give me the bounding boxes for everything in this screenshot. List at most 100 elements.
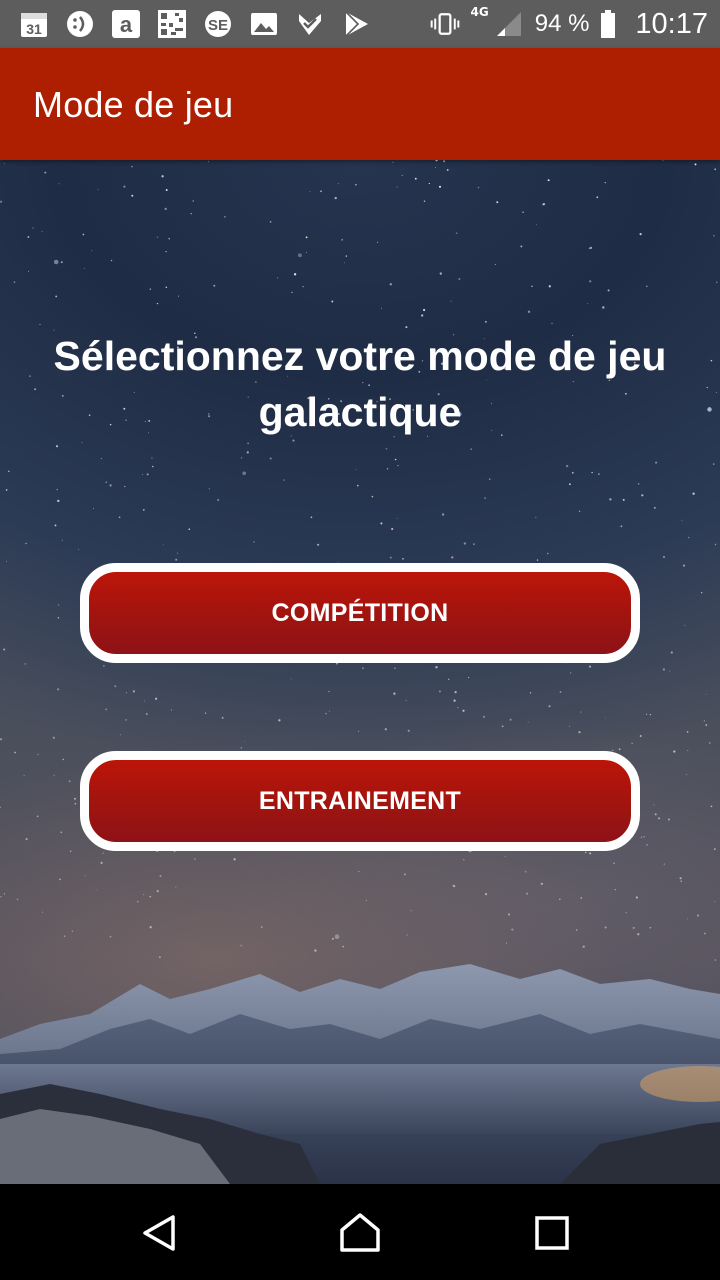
star	[190, 212, 192, 215]
star	[580, 711, 582, 713]
star	[305, 236, 308, 239]
star	[604, 926, 607, 929]
star	[91, 250, 93, 252]
star	[632, 926, 635, 929]
star	[188, 528, 191, 531]
star	[208, 488, 210, 490]
star	[673, 750, 676, 753]
star	[69, 850, 72, 853]
star	[302, 285, 304, 288]
star	[682, 564, 686, 567]
star	[639, 735, 642, 737]
star	[164, 207, 167, 211]
se-icon: SE	[202, 8, 234, 40]
star	[439, 272, 442, 275]
back-icon	[143, 1215, 175, 1251]
star	[548, 285, 551, 288]
star	[168, 238, 170, 240]
star	[246, 451, 249, 454]
star	[662, 555, 666, 559]
main-content: Sélectionnez votre mode de jeu galactiqu…	[0, 160, 720, 1184]
star	[55, 445, 59, 448]
star	[320, 190, 322, 193]
star	[706, 386, 708, 389]
navigation-bar	[0, 1184, 720, 1280]
recents-button[interactable]	[520, 1208, 584, 1258]
training-button[interactable]: ENTRAINEMENT	[80, 751, 640, 851]
star	[457, 707, 459, 709]
star	[589, 280, 592, 283]
star	[55, 295, 58, 298]
signal-icon	[493, 8, 525, 40]
star	[522, 211, 524, 214]
star	[142, 473, 144, 475]
star	[710, 359, 713, 362]
star	[344, 262, 345, 264]
star	[358, 730, 360, 732]
star	[41, 911, 44, 913]
star	[52, 736, 55, 739]
star	[145, 713, 148, 716]
star	[24, 663, 26, 665]
star	[686, 918, 688, 920]
star	[438, 185, 442, 188]
star	[565, 464, 569, 468]
star	[609, 498, 612, 501]
mountain-landscape	[0, 964, 720, 1184]
svg-text:SE: SE	[208, 17, 228, 34]
star	[710, 805, 713, 808]
star	[622, 498, 625, 501]
star	[207, 161, 209, 163]
star	[504, 856, 506, 858]
star	[404, 873, 406, 876]
star	[62, 758, 65, 761]
star	[700, 591, 703, 594]
star	[542, 202, 546, 206]
star	[132, 690, 136, 693]
star	[649, 713, 652, 716]
calendar-icon: 31	[18, 8, 50, 40]
star	[662, 668, 666, 671]
star	[213, 284, 216, 287]
qr-code-icon	[156, 8, 188, 40]
system-status: 4G 94 % 10:17	[429, 5, 708, 41]
star	[244, 740, 246, 742]
star	[618, 748, 621, 751]
star	[142, 509, 145, 511]
star	[8, 470, 10, 473]
star	[646, 844, 648, 846]
image-icon	[248, 8, 280, 40]
star	[0, 200, 3, 203]
star	[83, 267, 85, 269]
star	[331, 300, 334, 303]
star	[240, 747, 242, 749]
star	[306, 252, 308, 254]
star	[389, 283, 392, 286]
star	[356, 484, 359, 487]
home-button[interactable]	[328, 1208, 392, 1258]
star	[0, 895, 2, 898]
star	[588, 665, 592, 668]
star	[591, 471, 593, 474]
star	[290, 678, 292, 680]
star	[658, 817, 661, 820]
star	[109, 935, 112, 938]
star	[422, 308, 426, 312]
star	[428, 182, 430, 185]
star	[84, 875, 86, 876]
back-button[interactable]	[128, 1208, 192, 1258]
star	[507, 913, 511, 916]
star	[155, 697, 158, 700]
star	[446, 169, 449, 171]
star	[37, 753, 39, 756]
star	[535, 516, 537, 519]
competition-button[interactable]: COMPÉTITION	[80, 563, 640, 663]
star	[143, 894, 145, 896]
star	[477, 186, 480, 189]
star	[584, 851, 587, 854]
star	[0, 806, 1, 809]
star	[713, 848, 716, 851]
star	[709, 742, 711, 744]
page-title: Mode de jeu	[33, 84, 234, 125]
star	[102, 852, 104, 854]
